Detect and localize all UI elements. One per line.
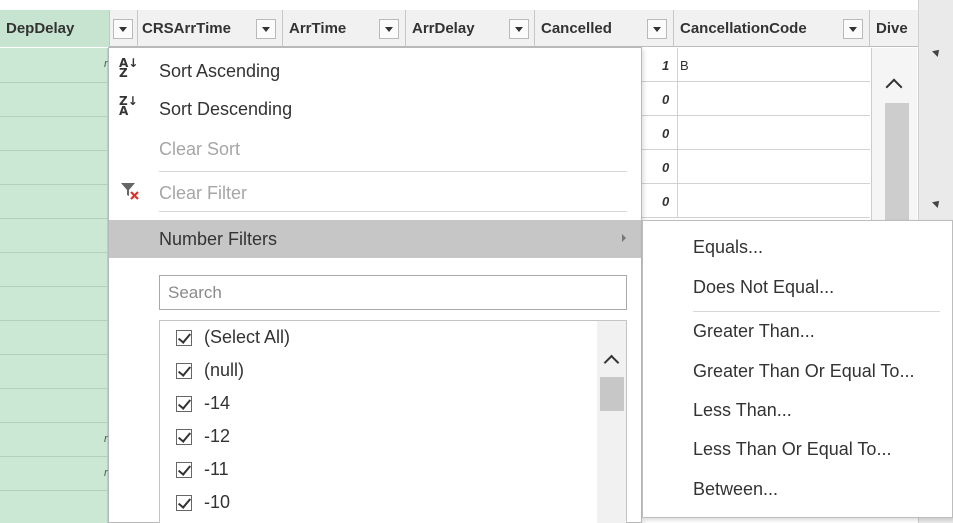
column-header-crsarrtime[interactable]: CRSArrTime xyxy=(138,10,283,47)
sort-ascending-icon: A↓ Z xyxy=(119,56,139,80)
checkbox-checked[interactable] xyxy=(176,363,192,379)
column-header-cancellationcode[interactable]: CancellationCode xyxy=(674,10,870,47)
menu-separator xyxy=(693,311,940,312)
submenu-item-greater-than-or-equal[interactable]: Greater Than Or Equal To... xyxy=(643,355,952,387)
clear-sort-item: Clear Sort xyxy=(159,139,241,159)
submenu-arrow-icon xyxy=(622,234,626,242)
sort-ascending-item[interactable]: A↓ Z Sort Ascending xyxy=(109,52,641,86)
submenu-item-does-not-equal[interactable]: Does Not Equal... xyxy=(643,271,952,303)
filter-value-list: (Select All) (null) -14 -12 -11 -10 xyxy=(159,320,627,523)
cancelled-cell: 0 xyxy=(662,194,670,209)
column-header-label: ArrTime xyxy=(289,20,347,37)
table-row[interactable]: 0 xyxy=(642,116,870,150)
table-row[interactable]: 0 xyxy=(642,82,870,116)
cancelled-cell: 0 xyxy=(662,160,670,175)
column-header-label: ArrDelay xyxy=(412,20,475,37)
submenu-item-less-than-or-equal[interactable]: Less Than Or Equal To... xyxy=(643,433,952,465)
checkbox-checked[interactable] xyxy=(176,495,192,511)
cancelled-cell: 1 xyxy=(662,58,670,73)
scroll-up-icon[interactable] xyxy=(603,354,620,371)
depdelay-column xyxy=(0,48,108,523)
expand-triangle-icon[interactable] xyxy=(932,198,942,208)
filter-dropdown-button[interactable] xyxy=(843,19,863,39)
filter-dropdown-button[interactable] xyxy=(256,19,276,39)
clear-filter-item: Clear Filter xyxy=(109,174,641,208)
filter-dropdown-button[interactable] xyxy=(509,19,529,39)
submenu-item-between[interactable]: Between... xyxy=(643,473,952,505)
column-header-label: Dive xyxy=(876,20,908,37)
number-filters-submenu: Equals... Does Not Equal... Greater Than… xyxy=(642,220,953,518)
column-header-diverted[interactable]: Dive xyxy=(870,10,918,47)
filter-dropdown-button[interactable] xyxy=(113,19,133,39)
column-header-label: DepDelay xyxy=(6,20,75,37)
expand-triangle-icon[interactable] xyxy=(932,47,942,57)
clear-filter-icon xyxy=(119,180,141,204)
column-filter-menu: A↓ Z Sort Ascending Z↓ A Sort Descending C… xyxy=(108,47,642,523)
column-header-label: CRSArrTime xyxy=(142,20,231,37)
column-header-arrdelay[interactable]: ArrDelay xyxy=(406,10,535,47)
cancellation-code-cell: B xyxy=(680,58,689,73)
scrollbar-thumb[interactable] xyxy=(885,103,909,223)
submenu-item-greater-than[interactable]: Greater Than... xyxy=(643,315,952,347)
column-header-label: Cancelled xyxy=(541,20,612,37)
checkbox-checked[interactable] xyxy=(176,396,192,412)
column-header-depdelay-filter-slot xyxy=(110,10,138,47)
checkbox-checked[interactable] xyxy=(176,429,192,445)
column-header-label: CancellationCode xyxy=(680,20,807,37)
sort-descending-icon: Z↓ A xyxy=(119,94,138,118)
table-row[interactable]: 0 xyxy=(642,150,870,184)
sort-descending-item[interactable]: Z↓ A Sort Descending xyxy=(109,90,641,124)
grid-vertical-scrollbar[interactable] xyxy=(871,48,917,223)
filter-dropdown-button[interactable] xyxy=(647,19,667,39)
list-vertical-scrollbar[interactable] xyxy=(597,321,626,523)
column-header-cancelled[interactable]: Cancelled xyxy=(535,10,674,47)
number-filters-item[interactable]: Number Filters xyxy=(109,220,641,258)
menu-separator xyxy=(159,211,627,212)
scrollbar-thumb[interactable] xyxy=(600,377,624,411)
table-row[interactable]: 1 B xyxy=(642,48,870,82)
table-row[interactable]: 0 xyxy=(642,184,870,218)
column-header-arrtime[interactable]: ArrTime xyxy=(283,10,406,47)
scroll-up-icon[interactable] xyxy=(885,78,903,96)
cancelled-cell: 0 xyxy=(662,126,670,141)
filter-dropdown-button[interactable] xyxy=(379,19,399,39)
menu-separator xyxy=(159,171,627,172)
checkbox-checked[interactable] xyxy=(176,330,192,346)
column-header-depdelay[interactable]: DepDelay xyxy=(0,10,110,47)
filter-search-input[interactable]: Search xyxy=(159,275,627,310)
column-header-row: DepDelay CRSArrTime ArrTime ArrDelay Can… xyxy=(0,10,918,47)
submenu-item-equals[interactable]: Equals... xyxy=(643,231,952,263)
checkbox-checked[interactable] xyxy=(176,462,192,478)
cancelled-cell: 0 xyxy=(662,92,670,107)
submenu-item-less-than[interactable]: Less Than... xyxy=(643,394,952,426)
cancelled-columns-visible: 1 B 0 0 0 0 xyxy=(642,48,870,224)
